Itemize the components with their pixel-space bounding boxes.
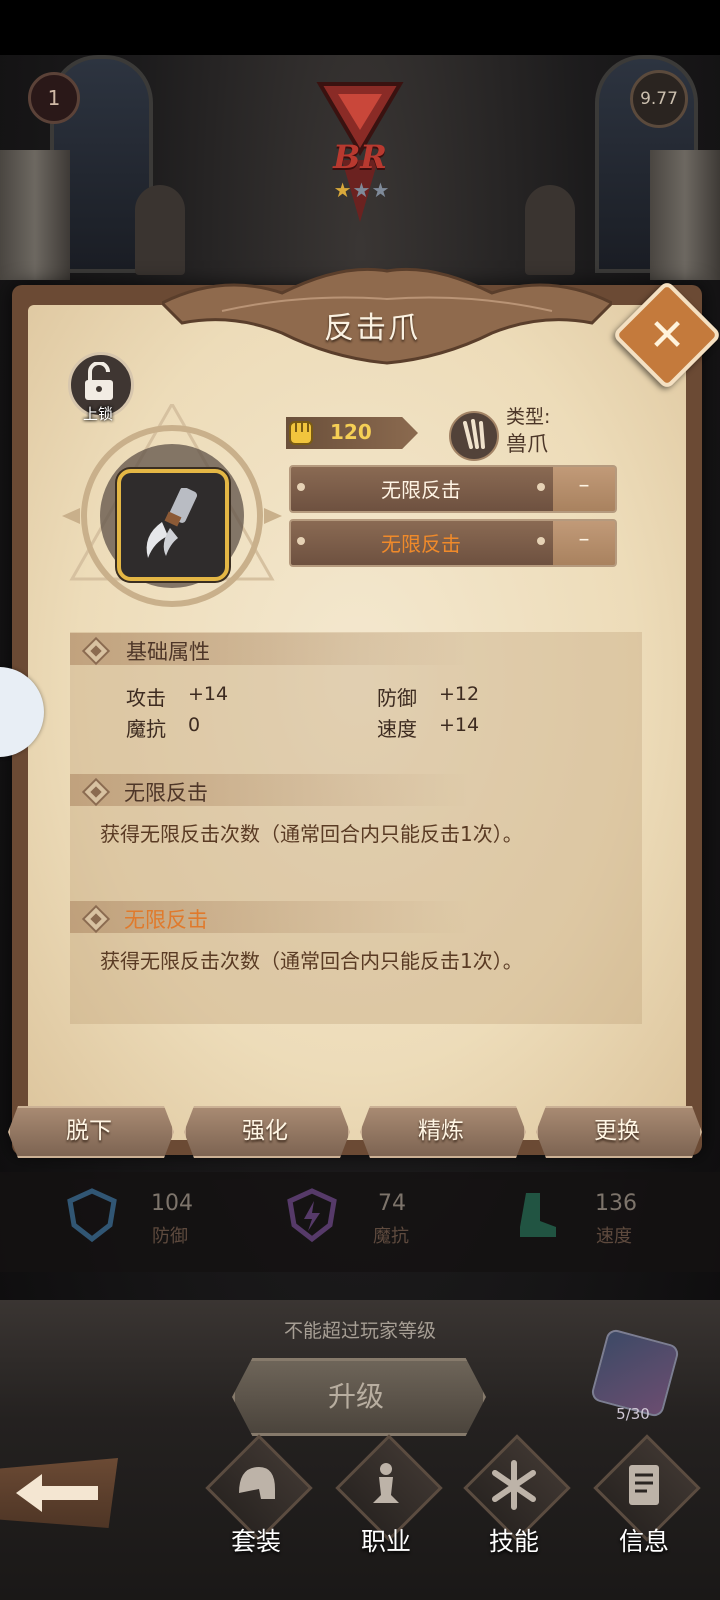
star-icon: ★	[352, 178, 372, 202]
nav-item-skills[interactable]	[463, 1434, 571, 1545]
claw-weapon-icon	[146, 488, 198, 558]
unequip-button[interactable]	[8, 1106, 174, 1158]
effect-description: 获得无限反击次数（通常回合内只能反击1次）。	[100, 949, 523, 973]
nav-item-info[interactable]	[593, 1434, 701, 1545]
effect-title: 无限反击	[124, 781, 208, 805]
gem-slot-2[interactable]: 无限反击 –	[289, 519, 617, 567]
refine-button[interactable]	[360, 1106, 526, 1158]
nav-item-equipment-set[interactable]	[205, 1434, 313, 1545]
stat-name-magic-resist: 魔抗	[126, 717, 166, 741]
stat-value-attack: +14	[188, 683, 229, 705]
magic-resist-label: 魔抗	[373, 1226, 409, 1247]
effect-description: 获得无限反击次数（通常回合内只能反击1次）。	[100, 822, 523, 846]
back-button[interactable]	[0, 1458, 118, 1528]
defense-label: 防御	[152, 1226, 188, 1247]
boot-icon	[520, 1193, 556, 1237]
gem-slot-1[interactable]: 无限反击 –	[289, 465, 617, 513]
lives-heart: 1	[28, 72, 80, 124]
type-label: 类型:	[506, 406, 551, 428]
nav-item-class[interactable]	[335, 1434, 443, 1545]
chess-piece-icon	[373, 1463, 399, 1503]
speed-total: 136	[595, 1191, 637, 1216]
enhance-button[interactable]	[184, 1106, 350, 1158]
gem-slot-label: 无限反击	[381, 478, 461, 502]
rank-stars: ★★★	[322, 178, 402, 202]
stat-name-defense: 防御	[377, 686, 417, 710]
shard-count: 5/30	[616, 1405, 650, 1423]
stat-value-speed: +14	[439, 714, 480, 736]
game-scene: 1 9.77 BR ★★★ 反击爪 ✕ 上锁 120 类型: 兽爪 无限反击 –…	[0, 0, 720, 1600]
defense-total: 104	[151, 1191, 193, 1216]
star-icon: ★	[333, 178, 353, 202]
document-icon	[629, 1465, 659, 1505]
stat-value-magic-resist: 0	[188, 714, 201, 736]
gem-remove-label: –	[578, 527, 590, 552]
skill-rune-icon	[492, 1460, 536, 1510]
stat-value-defense: +12	[439, 683, 480, 705]
type-value: 兽爪	[506, 432, 548, 456]
background-pillar	[0, 150, 70, 280]
star-icon: ★	[371, 178, 391, 202]
lightning-icon	[287, 1188, 337, 1243]
rank-label: BR	[333, 138, 387, 176]
power-score-value: 120	[330, 420, 372, 444]
effect-title: 无限反击	[124, 908, 208, 932]
upgrade-button[interactable]	[232, 1358, 486, 1436]
fist-icon	[289, 421, 313, 445]
stat-name-speed: 速度	[377, 717, 417, 741]
gem-remove-label: –	[578, 473, 590, 498]
magic-resist-total: 74	[378, 1191, 406, 1216]
claw-type-icon	[449, 411, 499, 461]
status-bar	[0, 0, 720, 55]
speed-label: 速度	[596, 1226, 632, 1247]
gem-slot-label: 无限反击	[381, 532, 461, 556]
base-stats-title: 基础属性	[126, 640, 210, 664]
replace-button[interactable]	[536, 1106, 702, 1158]
power-level-badge: 9.77	[630, 70, 688, 128]
lock-icon	[85, 362, 113, 400]
item-title: 反击爪	[324, 311, 420, 346]
shield-icon	[67, 1188, 117, 1243]
background-lamp	[135, 185, 185, 275]
helmet-icon	[239, 1467, 275, 1499]
background-lamp	[525, 185, 575, 275]
stat-name-attack: 攻击	[126, 686, 166, 710]
background-pillar	[650, 150, 720, 280]
